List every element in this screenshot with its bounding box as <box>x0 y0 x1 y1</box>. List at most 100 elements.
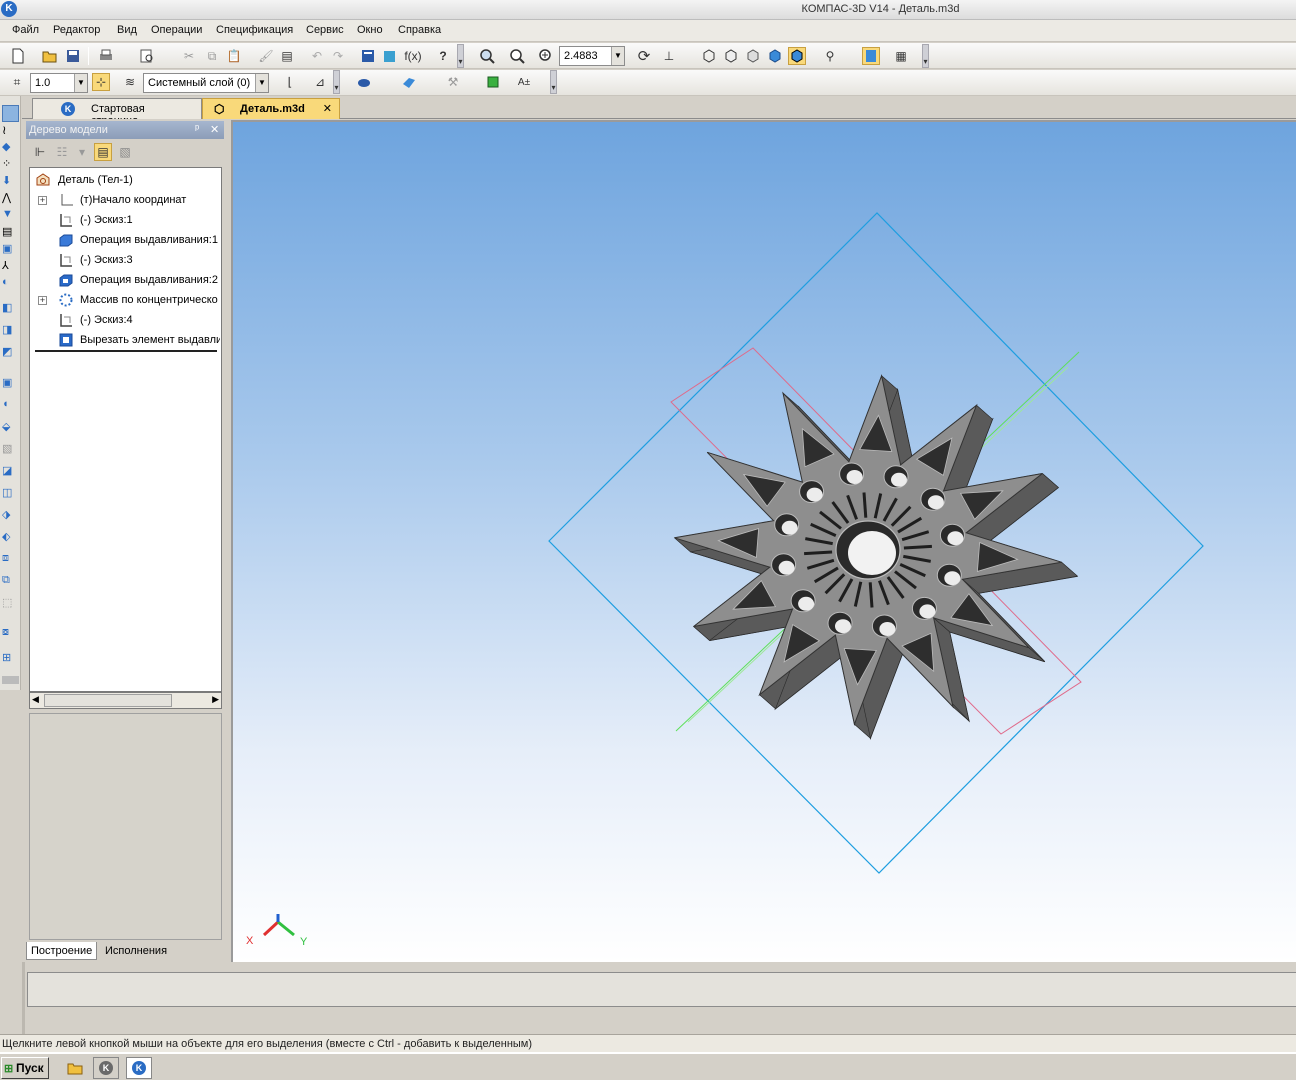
menu-view[interactable]: Вид <box>117 24 137 36</box>
boolean-icon[interactable]: ⧉ <box>2 574 19 591</box>
kompas-active-task-icon[interactable]: K <box>126 1057 152 1079</box>
split-icon[interactable]: ⬖ <box>2 530 19 547</box>
menu-window[interactable]: Окно <box>357 24 383 36</box>
chevron-down-icon[interactable]: ▾ <box>73 143 91 161</box>
view-wireframe-icon[interactable] <box>700 47 718 65</box>
command-bar-grip[interactable] <box>22 962 25 1034</box>
orientation-icon[interactable]: ⊥ <box>660 47 678 65</box>
paste-icon[interactable]: 📋 <box>225 47 243 65</box>
surfaces-icon[interactable]: ◆ <box>2 140 19 157</box>
pin-icon[interactable]: ᵖ <box>195 123 199 135</box>
rotate-icon[interactable]: ⟳ <box>635 47 653 65</box>
chevron-down-icon[interactable]: ▼ <box>74 74 87 92</box>
properties-field[interactable] <box>27 972 1296 1007</box>
menu-operations[interactable]: Операции <box>151 24 202 36</box>
menu-editor[interactable]: Редактор <box>53 24 100 36</box>
tree-item-extrude-1[interactable]: Операция выдавливания:1 <box>30 230 220 250</box>
tree-item-array[interactable]: + Массив по концентрическо <box>30 290 220 310</box>
chevron-down-icon[interactable]: ▼ <box>255 74 268 92</box>
marking-icon[interactable]: ⚒ <box>444 73 462 91</box>
print-icon[interactable] <box>97 47 115 65</box>
tab-start-page[interactable]: K Стартовая страница <box>32 98 202 127</box>
reports-icon[interactable]: ▣ <box>2 242 19 259</box>
insert-part-icon[interactable]: ⧇ <box>2 626 19 643</box>
save-icon[interactable] <box>64 47 82 65</box>
new-file-icon[interactable] <box>9 47 27 65</box>
redo-icon[interactable]: ↷ <box>329 47 347 65</box>
cut-icon[interactable]: ✂ <box>180 47 198 65</box>
tree-item-sketch-3[interactable]: (-) Эскиз:3 <box>30 250 220 270</box>
expand-icon[interactable]: + <box>38 296 47 305</box>
dimensions-icon[interactable]: ⋀ <box>2 191 19 208</box>
tree-item-sketch-4[interactable]: (-) Эскиз:4 <box>30 310 220 330</box>
variables-icon[interactable]: f(x) <box>404 47 422 65</box>
tree-toggle-icon[interactable] <box>862 47 880 65</box>
scroll-left-icon[interactable]: ◀ <box>32 694 39 705</box>
text-style-icon[interactable]: A± <box>515 73 533 91</box>
tree-item-part[interactable]: Деталь (Тел-1) <box>30 170 220 190</box>
menu-specification[interactable]: Спецификация <box>216 24 293 36</box>
sheet-metal-icon[interactable]: ◐ <box>2 276 19 293</box>
preview-icon[interactable] <box>138 47 156 65</box>
rib-icon[interactable]: ◪ <box>2 464 19 481</box>
view-shaded-icon[interactable] <box>766 47 784 65</box>
filter-icon[interactable]: ⚲ <box>821 47 839 65</box>
scroll-right-icon[interactable]: ▶ <box>212 694 219 705</box>
thicken-icon[interactable]: ⬚ <box>2 596 19 613</box>
toolbar-expand-icon[interactable] <box>2 676 19 684</box>
color-icon[interactable] <box>355 73 373 91</box>
scroll-thumb[interactable] <box>44 694 172 707</box>
open-file-icon[interactable] <box>41 47 59 65</box>
close-icon[interactable]: ✕ <box>323 102 332 115</box>
grid-icon[interactable]: ⌗ <box>8 73 26 91</box>
tab-versions[interactable]: Исполнения <box>101 942 171 960</box>
tree-mode-icon[interactable]: ▤ <box>94 143 112 161</box>
toolbar-grip[interactable]: ▾ <box>922 44 929 68</box>
tree-structure-icon[interactable]: ⊩ <box>31 143 49 161</box>
tab-detail[interactable]: ⬡ Деталь.m3d ✕ <box>202 98 340 119</box>
layer-icon[interactable]: ≋ <box>121 73 139 91</box>
material-icon[interactable] <box>400 73 418 91</box>
copy-icon[interactable]: ⧉ <box>203 47 221 65</box>
help-icon[interactable]: ? <box>434 47 452 65</box>
draft-icon[interactable]: ⬗ <box>2 508 19 525</box>
measure-icon[interactable]: ⅄ <box>2 259 19 276</box>
manager-icon[interactable] <box>359 47 377 65</box>
start-button[interactable]: ⊞ Пуск <box>1 1057 49 1079</box>
snap-icon[interactable]: ⊹ <box>92 73 110 91</box>
zoom-in-icon[interactable] <box>537 47 555 65</box>
tree-item-sketch-1[interactable]: (-) Эскиз:1 <box>30 210 220 230</box>
library-icon[interactable] <box>381 47 399 65</box>
view-thin-lines-icon[interactable] <box>744 47 762 65</box>
mirror-icon[interactable]: ⧈ <box>2 552 19 569</box>
tree-display-icon[interactable]: ▧ <box>116 143 134 161</box>
toolbar-grip[interactable]: ▾ <box>457 44 464 68</box>
tree-list-icon[interactable]: ☷ <box>53 143 71 161</box>
extrude-op-icon[interactable]: ◧ <box>2 301 19 318</box>
orient-icon[interactable]: ⊿ <box>311 73 329 91</box>
tree-horizontal-scrollbar[interactable]: ◀ ▶ <box>29 692 222 709</box>
menu-file[interactable]: Файл <box>12 24 39 36</box>
layer-combo[interactable]: Системный слой (0) ▼ <box>143 73 269 93</box>
view-shaded-edges-icon[interactable] <box>788 47 806 65</box>
hole-icon[interactable]: ◫ <box>2 486 19 503</box>
expand-icon[interactable]: + <box>38 196 47 205</box>
mcc-icon[interactable] <box>484 73 502 91</box>
zoom-window-icon[interactable] <box>478 47 496 65</box>
shell-icon[interactable]: ▧ <box>2 442 19 459</box>
chevron-down-icon[interactable]: ▼ <box>611 47 624 65</box>
tree-item-cut-extrude[interactable]: Вырезать элемент выдавли <box>30 330 220 350</box>
explorer-folder-icon[interactable] <box>62 1057 88 1079</box>
properties-icon[interactable]: ▤ <box>278 47 296 65</box>
loft-op-icon[interactable]: ▣ <box>2 376 19 393</box>
curves-icon[interactable]: ≀ <box>2 123 19 140</box>
tab-construction[interactable]: Построение <box>26 942 98 960</box>
view-hidden-lines-icon[interactable] <box>722 47 740 65</box>
close-panel-icon[interactable]: ✕ <box>210 123 219 136</box>
kompas-task-icon[interactable]: K <box>93 1057 119 1079</box>
menu-help[interactable]: Справка <box>398 24 441 36</box>
chamfer-icon[interactable]: ⬙ <box>2 420 19 437</box>
tree-item-extrude-2[interactable]: Операция выдавливания:2 <box>30 270 220 290</box>
toolbar-grip[interactable]: ▾ <box>333 70 340 94</box>
aux-geometry-icon[interactable]: ⬇ <box>2 174 19 191</box>
